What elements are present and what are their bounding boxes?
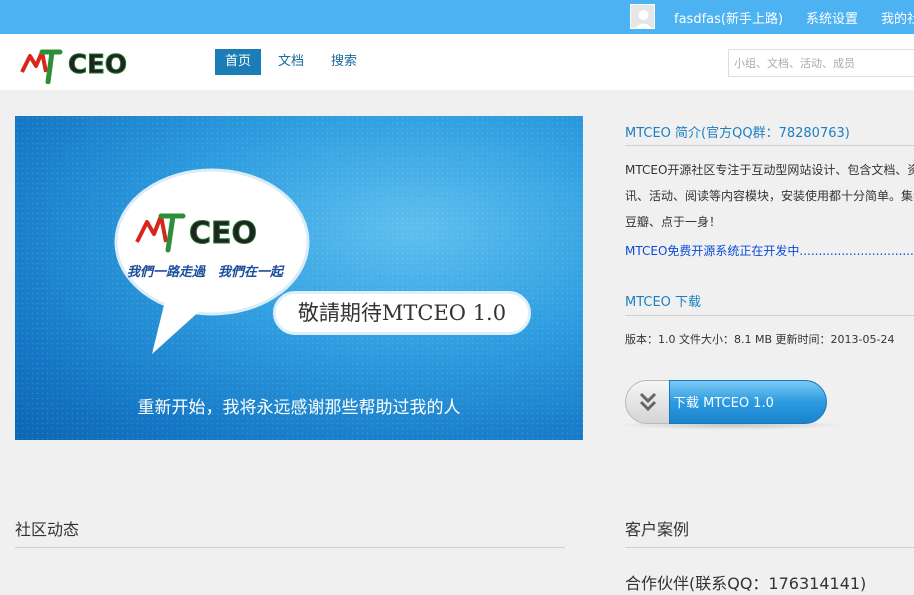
nav-search[interactable]: 搜索 <box>321 49 367 75</box>
community-title: 社区动态 <box>15 520 80 539</box>
banner-slogan: 我們一路走過 我們在一起 <box>126 265 283 280</box>
dev-status-link-text: MTCEO免费开源系统正在开发中 <box>625 244 800 258</box>
dev-status-dots: ............................... <box>799 244 914 258</box>
divider <box>625 547 914 548</box>
cases-title: 客户案例 <box>625 520 690 539</box>
header: CEO 首页 文档 搜索 <box>0 34 914 90</box>
top-bar: fasdfas(新手上路) 系统设置 我的社 <box>0 0 914 34</box>
intro-title[interactable]: MTCEO 简介(官方QQ群：78280763) <box>625 122 850 141</box>
username-link[interactable]: fasdfas(新手上路) <box>674 8 783 27</box>
partner-title: 合作伙伴(联系QQ：176314141) <box>625 574 867 593</box>
divider <box>15 547 565 548</box>
download-meta: 版本：1.0 文件大小：8.1 MB 更新时间：2013-05-24 <box>625 333 895 346</box>
chevron-down-icon <box>639 392 657 412</box>
divider <box>625 315 914 316</box>
pill-text: 敬請期待MTCEO 1.0 <box>297 301 507 325</box>
nav-docs[interactable]: 文档 <box>268 49 314 75</box>
dev-status-link[interactable]: MTCEO免费开源系统正在开发中........................… <box>625 242 914 259</box>
svg-text:CEO: CEO <box>68 50 127 80</box>
coming-soon-pill: 敬請期待MTCEO 1.0 <box>273 291 531 335</box>
banner-logo: CEO <box>135 213 258 253</box>
intro-body: MTCEO开源社区专注于互动型网站设计、包含文档、资讯、活动、阅读等内容模块，安… <box>625 163 914 229</box>
nav-home[interactable]: 首页 <box>215 49 262 75</box>
download-button[interactable]: 下载 MTCEO 1.0 <box>615 380 845 430</box>
site-logo[interactable]: CEO <box>20 42 165 85</box>
banner-tagline: 重新开始，我将永远感谢那些帮助过我的人 <box>137 398 461 418</box>
download-button-label: 下载 MTCEO 1.0 <box>673 396 774 411</box>
divider <box>625 145 914 146</box>
banner[interactable]: CEO 我們一路走過 我們在一起 敬請期待MTCEO 1.0 重新开始，我将永远… <box>15 116 583 440</box>
svg-text:CEO: CEO <box>189 216 257 251</box>
user-icon <box>631 5 654 28</box>
avatar[interactable] <box>630 4 655 29</box>
my-link[interactable]: 我的社 <box>881 8 914 27</box>
download-title[interactable]: MTCEO 下载 <box>625 291 701 310</box>
settings-link[interactable]: 系统设置 <box>806 8 858 27</box>
search-input[interactable] <box>728 49 914 77</box>
